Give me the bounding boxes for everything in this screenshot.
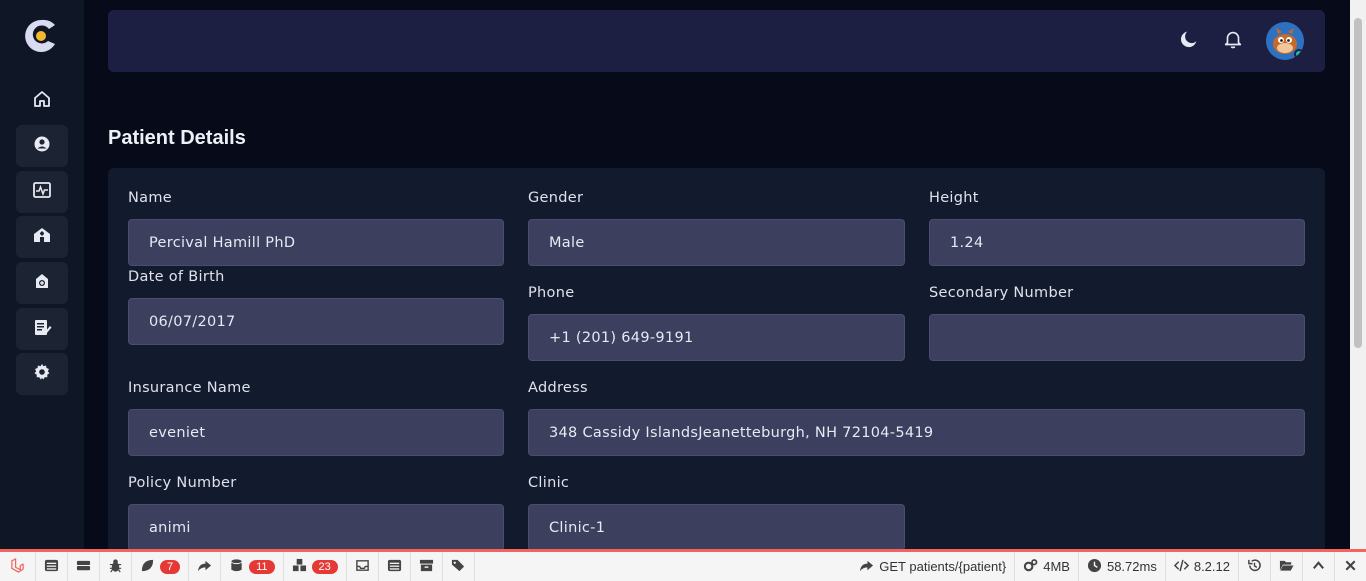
cogs-icon [1023,558,1038,576]
dark-mode-toggle[interactable] [1176,28,1202,54]
dob-label: Date of Birth [128,269,225,285]
list-icon [44,558,59,576]
hospital-icon [32,225,52,249]
sidebar-item-patients[interactable] [16,125,68,167]
patient-details-card: Name Percival Hamill PhD Date of Birth 0… [108,168,1325,568]
inbox-icon [355,558,370,576]
timeline-tab[interactable]: 7 [132,552,190,581]
avatar[interactable] [1266,22,1304,60]
secondary-number-field[interactable] [929,314,1305,361]
views-tab[interactable] [189,552,222,581]
bug-icon [108,558,123,576]
top-header [108,10,1325,72]
clinic-label: Clinic [528,475,570,491]
tags-icon [451,558,466,576]
php-version-text: 8.2.12 [1193,559,1230,574]
insurance-label: Insurance Name [128,380,251,396]
moon-icon [1178,28,1200,54]
sidebar-item-records[interactable] [16,308,68,350]
share-icon [197,558,212,576]
timeline-count-badge: 7 [160,559,181,574]
laravel-icon [10,557,25,576]
mails-tab[interactable] [347,552,379,581]
laravel-logo-button[interactable] [0,552,36,581]
exceptions-tab[interactable] [100,552,132,581]
request-tab[interactable] [68,552,100,581]
cache-tab[interactable] [411,552,443,581]
sidebar-item-settings[interactable] [16,353,68,395]
memory-text: 4MB [1043,559,1070,574]
address-field[interactable]: 348 Cassidy IslandsJeanetteburgh, NH 721… [528,409,1305,456]
sidebar-item-monitor[interactable] [16,171,68,213]
route-text: GET patients/{patient} [879,559,1007,574]
database-icon [229,558,244,576]
close-icon [1343,558,1358,576]
phone-field[interactable]: +1 (201) 649-9191 [528,314,905,361]
share-icon [859,558,874,576]
history-button[interactable] [1239,552,1271,581]
height-field[interactable]: 1.24 [929,219,1305,266]
medical-bag-icon [32,271,52,295]
insurance-field[interactable]: eveniet [128,409,504,456]
gender-field[interactable]: Male [528,219,905,266]
list-alt-icon [387,558,402,576]
cubes-icon [292,558,307,576]
queries-tab[interactable]: 11 [221,552,284,581]
notifications-button[interactable] [1220,28,1246,54]
php-version-info[interactable]: 8.2.12 [1166,552,1239,581]
archive-icon [419,558,434,576]
memory-info[interactable]: 4MB [1015,552,1079,581]
queries-count-badge: 11 [249,559,275,574]
clinic-field[interactable]: Clinic-1 [528,504,905,551]
name-field[interactable]: Percival Hamill PhD [128,219,504,266]
policy-label: Policy Number [128,475,237,491]
sidebar-item-medical[interactable] [16,262,68,304]
time-text: 58.72ms [1106,559,1157,574]
time-info[interactable]: 58.72ms [1079,552,1166,581]
phone-label: Phone [528,285,575,301]
bell-icon [1222,28,1244,54]
clipboard-edit-icon [32,317,52,341]
app-logo[interactable] [24,18,58,56]
activity-icon [32,180,52,204]
clock-icon [1087,558,1102,576]
models-count-badge: 23 [311,559,338,574]
open-folder-button[interactable] [1271,552,1303,581]
route-info[interactable]: GET patients/{patient} [851,552,1016,581]
secondary-number-label: Secondary Number [929,285,1074,301]
user-circle-icon [32,134,52,158]
chevron-up-icon [1311,558,1326,576]
home-icon [32,89,52,113]
page-scrollbar[interactable] [1350,0,1366,549]
gender-label: Gender [528,190,584,206]
gates-tab[interactable] [443,552,475,581]
name-label: Name [128,190,172,206]
gear-icon [32,362,52,386]
page-title: Patient Details [108,127,246,149]
close-debugbar-button[interactable] [1335,552,1366,581]
code-icon [1173,558,1189,576]
maximize-button[interactable] [1303,552,1335,581]
sidebar [0,0,84,549]
address-label: Address [528,380,588,396]
events-tab[interactable] [379,552,411,581]
sidebar-item-clinics[interactable] [16,216,68,258]
leaf-icon [140,558,155,576]
dob-field[interactable]: 06/07/2017 [128,298,504,345]
online-status-dot [1294,49,1304,59]
scrollbar-thumb[interactable] [1354,18,1362,348]
server-icon [76,558,91,576]
messages-tab[interactable] [36,552,68,581]
sidebar-item-home[interactable] [16,80,68,122]
policy-field[interactable]: animi [128,504,504,551]
models-tab[interactable]: 23 [284,552,347,581]
history-icon [1247,558,1262,576]
folder-open-icon [1279,558,1294,576]
debugbar: 7 11 23 GET patients/{patient} 4MB 58.72… [0,549,1366,581]
height-label: Height [929,190,979,206]
